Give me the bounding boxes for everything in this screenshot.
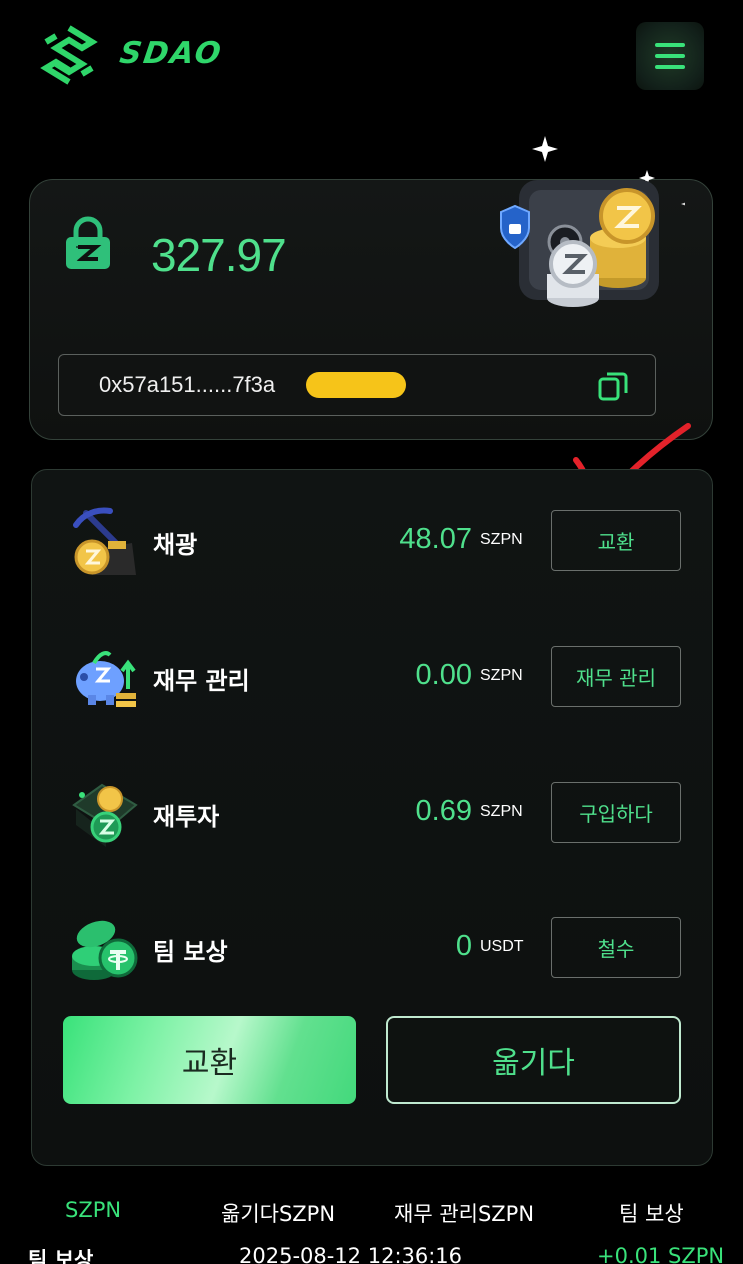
asset-row-mining: 채광 48.07 SZPN 교환	[32, 501, 712, 581]
redaction-mark	[306, 372, 406, 398]
exchange-main-button[interactable]: 교환	[63, 1016, 356, 1104]
menu-line	[655, 65, 685, 69]
brand-name: SDAO	[117, 36, 225, 71]
copy-icon[interactable]	[597, 370, 629, 402]
asset-unit: USDT	[480, 938, 524, 955]
asset-value: 0.00	[415, 659, 472, 691]
menu-line	[655, 54, 685, 58]
record-time: 2025-08-12 12:36:16	[239, 1244, 463, 1264]
asset-label: 채광	[153, 531, 198, 559]
finance-button[interactable]: 재무 관리	[551, 646, 681, 707]
balance-card: 327.97 0x57a151......7f3a	[29, 136, 713, 440]
transfer-main-button[interactable]: 옮기다	[386, 1016, 681, 1104]
balance-amount: 327.97	[151, 229, 287, 281]
asset-value: 0	[455, 930, 472, 962]
tab-szpn[interactable]: SZPN	[65, 1198, 121, 1222]
sdao-logo-icon	[40, 25, 98, 85]
withdraw-button[interactable]: 철수	[551, 917, 681, 978]
asset-label: 재무 관리	[153, 667, 250, 695]
lock-icon	[66, 216, 110, 269]
tab-finance-szpn[interactable]: 재무 관리SZPN	[394, 1198, 534, 1228]
piggy-bank-icon	[76, 651, 136, 707]
wallet-coins-icon	[72, 783, 138, 847]
menu-line	[655, 43, 685, 47]
usdt-coins-icon	[72, 920, 138, 980]
record-type: 팀 보상	[28, 1248, 94, 1264]
tab-transfer-szpn[interactable]: 옮기다SZPN	[221, 1198, 335, 1228]
asset-value: 48.07	[399, 523, 472, 555]
exchange-button[interactable]: 교환	[551, 510, 681, 571]
mining-pickaxe-coin-icon	[73, 507, 136, 575]
asset-label: 재투자	[153, 803, 220, 831]
asset-unit: SZPN	[480, 803, 523, 820]
app-screen: SDAO 327.97 0x57a151......7f3a 채광 48.07 …	[0, 0, 743, 1264]
asset-value: 0.69	[415, 795, 472, 827]
assets-card: 채광 48.07 SZPN 교환 재무 관리 0.00 SZPN 재무 관리 재…	[31, 469, 713, 1166]
record-amount: +0.01 SZPN	[597, 1244, 725, 1264]
asset-row-team-reward: 팀 보상 0 USDT 철수	[32, 908, 712, 988]
safe-vault-icon	[500, 136, 685, 307]
asset-row-reinvest: 재투자 0.69 SZPN 구입하다	[32, 773, 712, 853]
asset-row-finance: 재무 관리 0.00 SZPN 재무 관리	[32, 637, 712, 717]
tab-team-reward[interactable]: 팀 보상	[619, 1198, 684, 1228]
wallet-address-field[interactable]: 0x57a151......7f3a	[58, 354, 656, 416]
wallet-address: 0x57a151......7f3a	[99, 372, 276, 397]
asset-label: 팀 보상	[153, 938, 228, 966]
menu-button[interactable]	[636, 22, 704, 90]
asset-unit: SZPN	[480, 667, 523, 684]
record-tabs: SZPN 옮기다SZPN 재무 관리SZPN 팀 보상	[0, 1198, 743, 1232]
record-row: 팀 보상 2025-08-12 12:36:16 +0.01 SZPN	[0, 1244, 743, 1264]
asset-unit: SZPN	[480, 531, 523, 548]
buy-button[interactable]: 구입하다	[551, 782, 681, 843]
